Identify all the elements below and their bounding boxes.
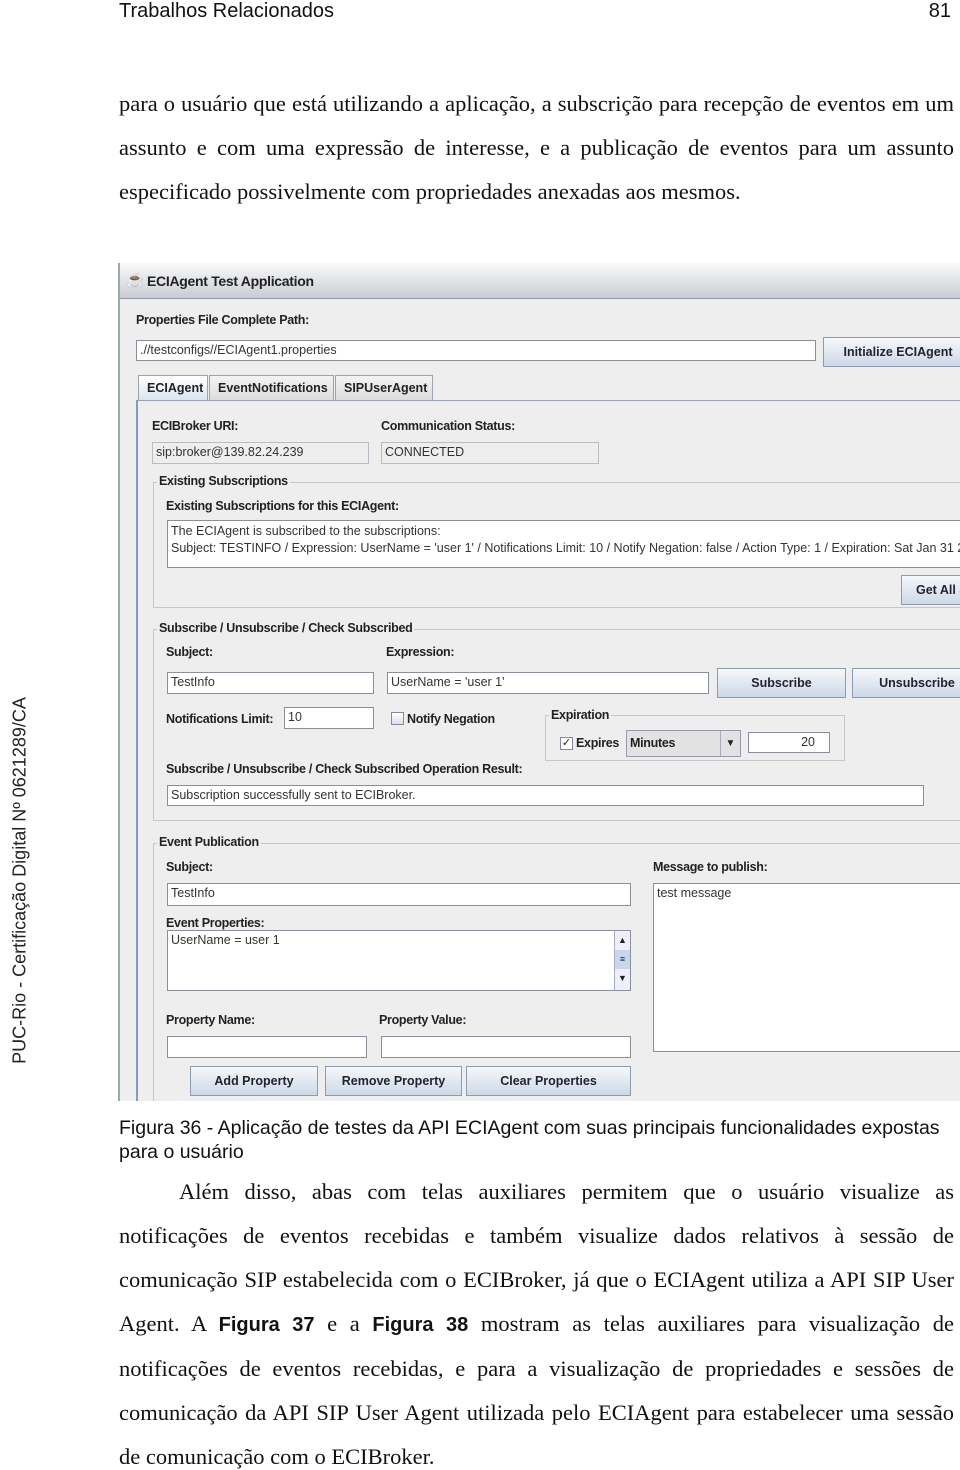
broker-uri-field: sip:broker@139.82.24.239 <box>152 442 369 464</box>
notify-negation-checkbox[interactable] <box>391 712 404 725</box>
document-page: Trabalhos Relacionados 81 PUC-Rio - Cert… <box>0 0 960 1470</box>
property-name-label: Property Name: <box>166 1013 255 1027</box>
expiration-group-title: Expiration <box>549 708 612 722</box>
unsubscribe-button[interactable]: Unsubscribe <box>852 668 960 698</box>
existing-label: Existing Subscriptions for this ECIAgent… <box>166 499 399 513</box>
paragraph-1: para o usuário que está utilizando a apl… <box>119 91 954 204</box>
java-cup-icon: ☕ <box>126 272 145 289</box>
comm-status-label: Communication Status: <box>381 419 515 433</box>
chevron-down-icon[interactable]: ▼ <box>720 731 740 756</box>
pub-subject-input[interactable]: TestInfo <box>167 883 631 906</box>
expression-input[interactable]: UserName = 'user 1' <box>387 672 709 694</box>
app-screenshot: ☕ ECIAgent Test Application Properties F… <box>118 263 960 1101</box>
expression-label: Expression: <box>386 645 455 659</box>
running-header: Trabalhos Relacionados <box>119 0 334 22</box>
notifications-limit-label: Notifications Limit: <box>166 712 274 726</box>
page-number: 81 <box>928 0 951 22</box>
properties-label: Properties File Complete Path: <box>136 313 309 327</box>
figure-reference[interactable]: Figura 38 <box>372 1314 468 1336</box>
event-properties-label: Event Properties: <box>166 916 265 930</box>
expires-value-spinner[interactable]: 20 <box>748 732 830 753</box>
figure-caption: Figura 36 - Aplicação de testes da API E… <box>119 1117 940 1163</box>
result-label: Subscribe / Unsubscribe / Check Subscrib… <box>166 762 523 776</box>
subscribe-group-title: Subscribe / Unsubscribe / Check Subscrib… <box>157 621 415 635</box>
text: e a <box>314 1311 373 1336</box>
window-title: ECIAgent Test Application <box>147 273 314 289</box>
publication-group-title: Event Publication <box>157 835 261 849</box>
pub-subject-label: Subject: <box>166 860 213 874</box>
initialize-button[interactable]: Initialize ECIAgent <box>823 337 960 367</box>
broker-uri-label: ECIBroker URI: <box>152 419 239 433</box>
property-name-input[interactable] <box>167 1036 367 1058</box>
clear-properties-button[interactable]: Clear Properties <box>466 1066 631 1096</box>
scroll-thumb[interactable]: ≡ <box>615 950 630 969</box>
expires-label: Expires <box>576 736 620 750</box>
comm-status-field: CONNECTED <box>381 442 599 464</box>
existing-group-title: Existing Subscriptions <box>157 474 290 488</box>
properties-path-input[interactable]: .//testconfigs//ECIAgent1.properties <box>136 340 816 361</box>
subscribe-button[interactable]: Subscribe <box>717 668 846 698</box>
property-value-input[interactable] <box>381 1036 631 1058</box>
title-bar: ☕ ECIAgent Test Application <box>120 263 960 299</box>
get-all-button[interactable]: Get All Subscriptions <box>901 575 960 605</box>
notifications-limit-input[interactable]: 10 <box>284 707 374 729</box>
property-value-label: Property Value: <box>379 1013 467 1027</box>
tab-eciagent[interactable]: ECIAgent <box>138 375 208 401</box>
add-property-button[interactable]: Add Property <box>190 1066 318 1096</box>
event-properties-list[interactable]: UserName = user 1 <box>167 930 631 991</box>
existing-line: Subject: TESTINFO / Expression: UserName… <box>171 541 960 555</box>
arrow-down-icon[interactable]: ▼ <box>615 969 630 988</box>
expires-unit-select[interactable]: Minutes ▼ <box>626 730 741 757</box>
result-field: Subscription successfully sent to ECIBro… <box>167 785 924 806</box>
expires-checkbox[interactable]: ✓ <box>560 737 573 750</box>
figure-reference[interactable]: Figura 37 <box>219 1314 315 1336</box>
side-watermark: PUC-Rio - Certificação Digital Nº 062128… <box>9 697 30 1064</box>
arrow-up-icon[interactable]: ▲ <box>615 931 630 950</box>
remove-property-button[interactable]: Remove Property <box>325 1066 462 1096</box>
subject-input[interactable]: TestInfo <box>167 672 374 694</box>
event-properties-scrollbar[interactable]: ▲ ≡ ▼ <box>614 931 630 990</box>
existing-subscriptions-textarea[interactable]: The ECIAgent is subscribed to the subscr… <box>167 520 960 568</box>
message-label: Message to publish: <box>653 860 768 874</box>
expires-unit-value: Minutes <box>630 736 676 750</box>
existing-line: The ECIAgent is subscribed to the subscr… <box>171 524 441 538</box>
paragraph-2: Além disso, abas com telas auxiliares pe… <box>119 1170 954 1470</box>
subject-label: Subject: <box>166 645 213 659</box>
notify-negation-label: Notify Negation <box>407 712 495 726</box>
message-textarea[interactable]: test message <box>653 883 960 1052</box>
tab-sipuseragent[interactable]: SIPUserAgent <box>335 375 433 401</box>
tab-eventnotifications[interactable]: EventNotifications <box>209 375 334 401</box>
